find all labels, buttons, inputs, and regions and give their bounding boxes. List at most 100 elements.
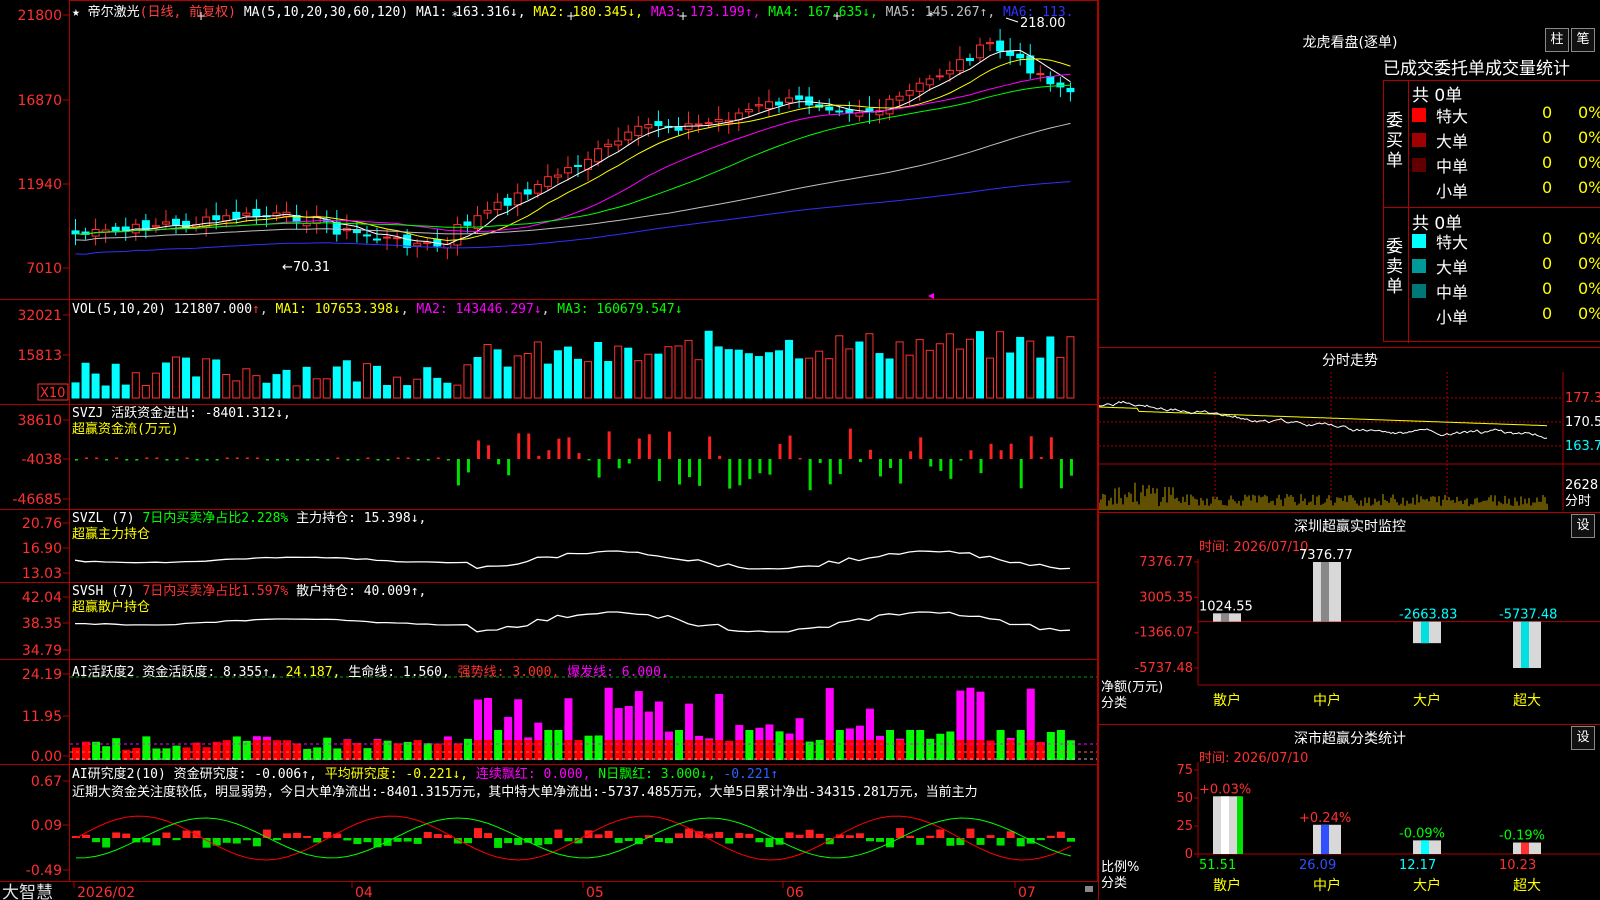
fund-flow-bar <box>617 459 621 469</box>
volume-bar <box>373 365 381 399</box>
activity-bar <box>474 699 482 740</box>
tick-mode-button[interactable]: 笔 <box>1571 28 1595 52</box>
fund-flow-bar <box>1019 459 1023 489</box>
candle <box>493 201 502 211</box>
low-price-label: ←70.31 <box>282 260 330 275</box>
ma-value-4: MA4: 167.635↓, <box>768 5 886 20</box>
color-swatch <box>1412 108 1426 122</box>
activity-bar-green <box>403 741 412 760</box>
buy-order-row: 中单 0 0% <box>1412 153 1600 177</box>
classify-chart[interactable]: 时间: 2026/07/10 75 50 25 0 +0.03% 51.51 散户 +0.2… <box>1099 746 1600 900</box>
classify-change-label: +0.24% <box>1299 811 1351 826</box>
intraday-vol-label: 2628 <box>1565 478 1598 493</box>
fund-flow-bar <box>778 443 782 459</box>
classify-bar-shade <box>1421 840 1429 854</box>
sell-order-row: 中单 0 0% <box>1412 279 1600 303</box>
fund-flow-bar <box>688 459 692 478</box>
fund-flow-bar <box>276 459 279 461</box>
volume-bar <box>71 382 80 399</box>
activity-bar <box>443 736 452 740</box>
volume-bar <box>352 381 361 399</box>
volume-bar <box>543 363 552 399</box>
research-bar <box>283 833 292 838</box>
fund-flow-bar <box>698 459 702 486</box>
moving-average-lines <box>75 49 1071 255</box>
fund-flow-bar <box>286 459 290 461</box>
ai2-extra: -0.221↑ <box>723 767 779 782</box>
buy-order-count: 0 <box>1542 153 1553 172</box>
candle <box>1056 82 1065 88</box>
research-bar <box>413 838 422 844</box>
candle <box>714 118 723 123</box>
activity-bar-green <box>112 738 121 760</box>
activity-bar-green <box>906 730 915 760</box>
ai2-research: 资金研究度: -0.006↑, <box>173 767 317 782</box>
candle <box>704 122 713 125</box>
activity-bar <box>785 733 794 740</box>
activity-bar-base <box>72 747 80 760</box>
ai2-continuous-red: 连续飘红: 0.000, <box>475 767 591 782</box>
activity-bar-green <box>1046 732 1055 760</box>
classify-bar-shade <box>1321 824 1329 854</box>
candle <box>614 140 623 146</box>
lhb-title: 龙虎看盘(逐单) <box>1302 35 1398 51</box>
ai2-n-day-red: N日飘红: 3.000↓, <box>598 767 716 782</box>
tab-volume-stats[interactable]: 成交量统计 <box>1485 59 1570 79</box>
research-bar <box>514 838 523 845</box>
volume-bar <box>684 339 693 399</box>
ma-value-6: MA6: 113. <box>1003 5 1074 20</box>
volume-bar <box>332 366 341 399</box>
chart-area[interactable]: 21800 16870 11940 7010 32021 15813 38610… <box>0 0 1098 900</box>
fund-flow-bar <box>316 459 320 461</box>
activity-bar-base <box>614 740 623 760</box>
classify-bar-accent <box>1237 796 1243 854</box>
fund-flow-bar <box>155 457 159 459</box>
ai2-axis-label: 0.67 <box>31 774 62 790</box>
research-bar <box>1036 838 1045 841</box>
kline-chart-svg[interactable]: 21800 16870 11940 7010 32021 15813 38610… <box>0 0 1098 900</box>
fund-flow-bar <box>1039 457 1043 459</box>
intraday-chart[interactable]: 177.3 170.5 163.7 2628 分时 <box>1099 372 1600 512</box>
fund-flow-bar <box>979 459 983 474</box>
bar-mode-button[interactable]: 柱 <box>1545 28 1569 52</box>
lock-icon[interactable] <box>1085 886 1093 892</box>
date-axis-label: 05 <box>586 885 604 900</box>
activity-bar <box>534 722 543 740</box>
activity-bar <box>644 711 653 740</box>
tab-orders[interactable]: 委托单 <box>1434 59 1485 79</box>
fund-flow-bar <box>798 457 802 460</box>
volume-bar <box>1006 352 1015 399</box>
fund-flow-bar <box>145 457 149 459</box>
candle <box>895 95 904 101</box>
activity-bar <box>876 735 884 740</box>
monitor-chart[interactable]: 时间: 2026/07/10 7376.77 3005.35 -1366.07 -57… <box>1099 535 1600 723</box>
fund-flow-bar <box>818 459 822 463</box>
volume-bar <box>172 356 180 399</box>
activity-bar-green <box>102 746 111 760</box>
research-bar <box>614 838 623 843</box>
volume-bar <box>322 378 331 399</box>
activity-bar-green <box>544 730 553 760</box>
fund-flow-bar <box>537 455 541 459</box>
activity-bar-green <box>363 748 372 760</box>
svsh-sub: 超赢散户持仓 <box>72 600 151 615</box>
fund-flow-bar <box>758 459 762 474</box>
volume-bar <box>935 343 944 399</box>
activity-bar-base <box>695 740 704 760</box>
volume-bar <box>986 357 995 399</box>
candle <box>463 221 472 226</box>
activity-bar <box>634 691 643 740</box>
volume-bar <box>111 363 120 399</box>
activity-bar-green <box>594 735 603 760</box>
candle <box>1066 87 1075 93</box>
research-bar <box>876 838 884 842</box>
fund-flow-bar <box>426 459 430 461</box>
volume-bar <box>1036 357 1045 399</box>
monitor-axis-label: -5737.48 <box>1135 661 1193 676</box>
activity-bar-green <box>142 736 151 760</box>
fund-flow-bar <box>205 459 209 461</box>
activity-bar-base <box>664 740 673 760</box>
svzj-text: 活跃资金进出: -8401.312↓, <box>111 406 291 421</box>
tab-traded[interactable]: 已成交 <box>1383 59 1434 79</box>
star-icon[interactable]: ★ <box>72 5 80 20</box>
